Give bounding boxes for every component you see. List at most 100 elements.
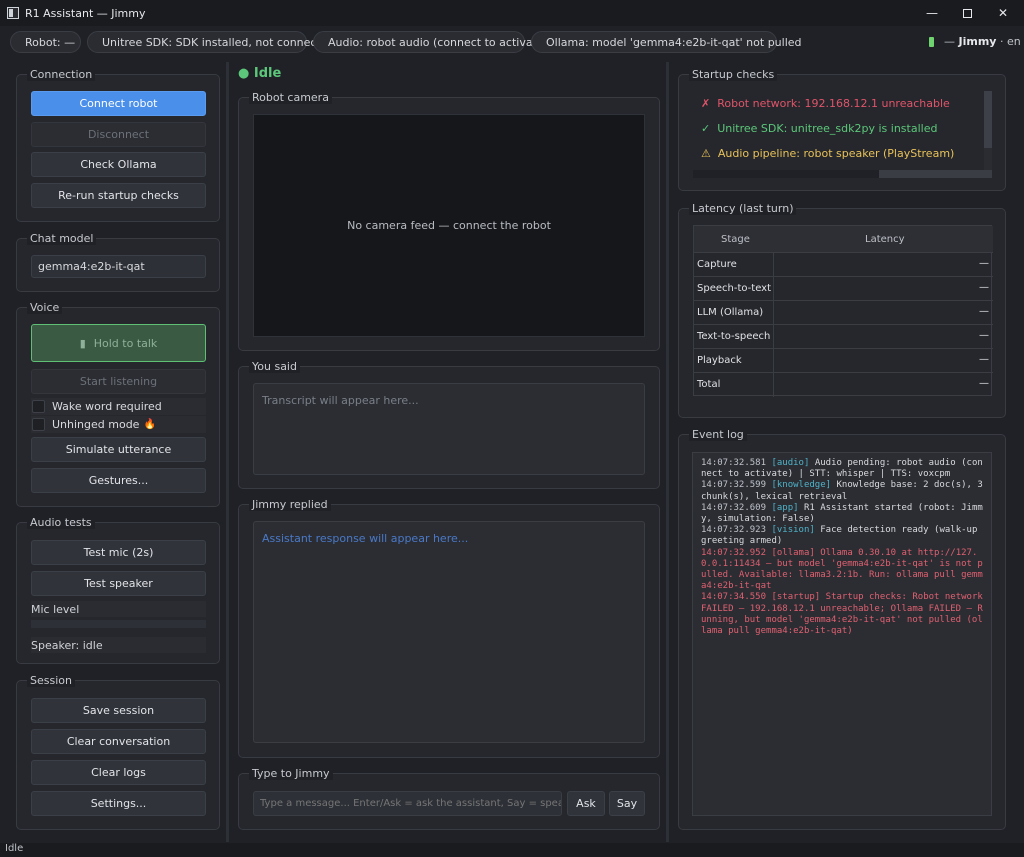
log-tag: [app] [771,502,799,513]
status-bar-text: Idle [5,843,24,854]
table-row: LLM (Ollama) — [694,301,993,325]
camera-placeholder: No camera feed — connect the robot [347,219,551,232]
gestures-button[interactable]: Gestures... [31,468,206,493]
log-entry: 14:07:34.550 [startup] Startup checks: R… [701,592,983,637]
checks-horizontal-scrollbar[interactable] [693,170,992,178]
log-entry: 14:07:32.609 [app] R1 Assistant started … [701,503,983,525]
speaker-status: Speaker: idle [31,637,206,653]
latency-cell: — [979,306,989,317]
log-tag: [vision] [771,525,815,536]
rerun-startup-checks-button[interactable]: Re-run startup checks [31,183,206,208]
hold-to-talk-button[interactable]: ▮ Hold to talk [31,324,206,362]
clear-logs-button[interactable]: Clear logs [31,760,206,785]
sdk-status-text: Unitree SDK: SDK installed, not connecte… [102,35,335,49]
type-to-jimmy-title: Type to Jimmy [249,767,333,780]
robot-language: · en [999,35,1021,48]
simulate-utterance-button[interactable]: Simulate utterance [31,437,206,462]
checks-vertical-scrollbar[interactable] [984,91,992,170]
check-text: Robot network: 192.168.12.1 unreachable [717,97,950,110]
start-listening-button[interactable]: Start listening [31,369,206,394]
ask-button[interactable]: Ask [567,791,605,816]
stage-cell: Capture [697,259,737,270]
latency-table: Stage Latency Capture — Speech-to-text — L… [693,225,993,397]
latency-cell: — [979,330,989,341]
mic-level-label: Mic level [31,601,206,617]
save-session-button[interactable]: Save session [31,698,206,723]
check-text: Audio pipeline: robot speaker (PlayStrea… [717,147,955,160]
unhinged-mode-checkbox[interactable]: Unhinged mode 🔥 [31,416,206,433]
session-title: Session [27,674,75,687]
left-splitter[interactable] [226,62,229,842]
log-timestamp: 14:07:32.609 [701,502,767,513]
minimize-button[interactable]: — [914,0,950,26]
startup-checks-list: ✗ Robot network: 192.168.12.1 unreachabl… [693,91,983,170]
test-speaker-button[interactable]: Test speaker [31,571,206,596]
response-box[interactable]: Assistant response will appear here... [253,521,645,743]
fire-icon: 🔥 [143,419,156,430]
latency-cell: — [979,258,989,269]
close-button[interactable]: ✕ [985,0,1021,26]
wake-word-checkbox[interactable]: Wake word required [31,398,206,415]
app-icon [7,7,19,19]
chat-model-input[interactable]: gemma4:e2b-it-qat [31,255,206,278]
scrollbar-track[interactable] [693,170,879,178]
transcript-box[interactable]: Transcript will appear here... [253,383,645,475]
latency-cell: — [979,378,989,389]
disconnect-button[interactable]: Disconnect [31,122,206,147]
event-log-title: Event log [689,428,747,441]
voice-title: Voice [27,301,63,314]
log-timestamp: 14:07:32.581 [701,458,767,468]
test-mic-button[interactable]: Test mic (2s) [31,540,206,565]
scrollbar-thumb[interactable] [984,91,992,148]
stage-cell: Speech-to-text [697,283,772,294]
table-row: Text-to-speech — [694,325,993,349]
clear-conversation-button[interactable]: Clear conversation [31,729,206,754]
chat-model-title: Chat model [27,232,97,245]
title-bar: R1 Assistant — Jimmy [0,0,1024,26]
log-timestamp: 14:07:32.923 [701,525,767,536]
table-row: Capture — [694,253,993,277]
say-button[interactable]: Say [609,791,645,816]
right-splitter[interactable] [666,62,669,842]
log-tag: [ollama] [771,547,815,558]
settings-button[interactable]: Settings... [31,791,206,816]
assistant-state: ● Idle [238,66,282,81]
log-entry: 14:07:32.923 [vision] Face detection rea… [701,525,983,547]
check-ollama-button[interactable]: Check Ollama [31,152,206,177]
latency-table-header: Stage Latency [694,226,993,253]
audio-status-text: Audio: robot audio (connect to activate) [328,35,548,49]
check-text: Unitree SDK: unitree_sdk2py is installed [717,122,938,135]
connection-title: Connection [27,68,96,81]
event-log[interactable]: 14:07:32.581 [audio] Audio pending: robo… [692,452,992,816]
camera-title: Robot camera [249,91,332,104]
camera-view: No camera feed — connect the robot [253,114,645,337]
audio-tests-title: Audio tests [27,516,95,529]
startup-checks-title: Startup checks [689,68,778,81]
checkbox-icon [32,400,45,413]
window-title: R1 Assistant — Jimmy [25,6,146,20]
log-tag: [audio] [771,458,810,468]
mic-level-bar [31,620,206,628]
maximize-button[interactable] [949,0,985,26]
latency-cell: — [979,282,989,293]
log-entry: 14:07:32.952 [ollama] Ollama 0.30.10 at … [701,548,983,593]
log-timestamp: 14:07:32.952 [701,547,767,558]
message-input[interactable] [253,791,562,816]
connect-robot-button[interactable]: Connect robot [31,91,206,116]
stage-column-header: Stage [721,234,750,245]
sdk-status-chip: Unitree SDK: SDK installed, not connecte… [87,31,335,53]
latency-cell: — [979,354,989,365]
table-row: Speech-to-text — [694,277,993,301]
close-icon: ✕ [997,6,1009,20]
maximize-icon [962,8,972,18]
ollama-status-text: Ollama: model 'gemma4:e2b-it-qat' not pu… [546,35,802,49]
log-entry: 14:07:32.599 [knowledge] Knowledge base:… [701,480,983,502]
unhinged-mode-label: Unhinged mode [52,418,140,431]
stage-cell: LLM (Ollama) [697,307,764,318]
stage-cell: Text-to-speech [697,331,771,342]
ollama-status-chip: Ollama: model 'gemma4:e2b-it-qat' not pu… [531,31,802,53]
log-tag: [startup] [771,592,821,603]
log-timestamp: 14:07:34.550 [701,592,767,603]
battery-icon [929,37,934,47]
check-item-audio: ⚠ Audio pipeline: robot speaker (PlayStr… [701,147,954,160]
